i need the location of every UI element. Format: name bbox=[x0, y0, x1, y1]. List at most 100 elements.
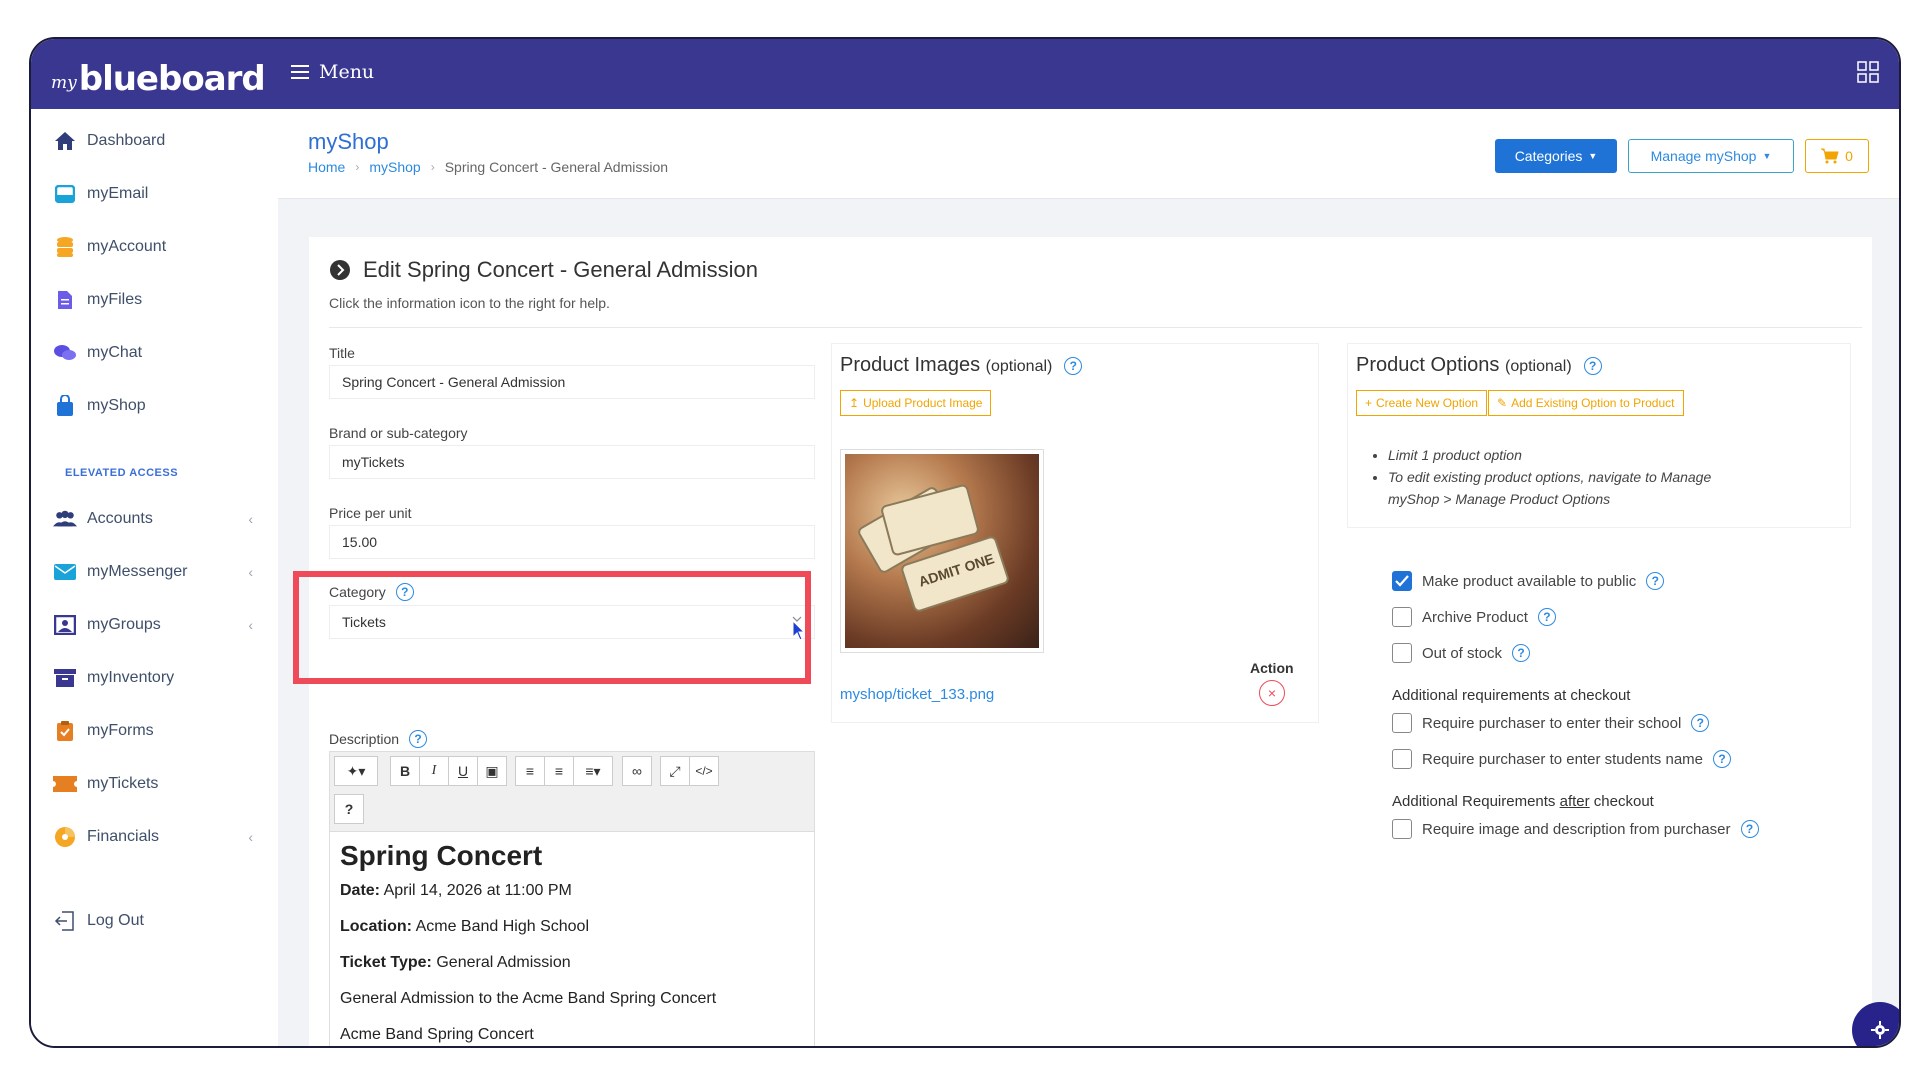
add-existing-option-button[interactable]: ✎ Add Existing Option to Product bbox=[1488, 390, 1684, 416]
help-icon[interactable]: ? bbox=[1646, 572, 1665, 590]
envelope-icon bbox=[53, 560, 77, 584]
create-new-option-button[interactable]: + Create New Option bbox=[1356, 390, 1488, 416]
form-subheading: Click the information icon to the right … bbox=[329, 295, 610, 311]
cart-button[interactable]: 0 bbox=[1805, 139, 1869, 173]
help-icon[interactable]: ? bbox=[1064, 356, 1083, 375]
note-item: Limit 1 product option bbox=[1388, 444, 1728, 466]
brand-input[interactable]: myTickets bbox=[329, 445, 815, 479]
category-label-text: Category bbox=[329, 584, 386, 600]
help-icon[interactable]: ? bbox=[1691, 714, 1710, 732]
help-icon[interactable]: ? bbox=[1537, 608, 1556, 626]
page-header: myShop Home › myShop › Spring Concert - … bbox=[278, 109, 1899, 199]
description-editor[interactable]: ✦▾ B I U ▣ ≡ ≡ ≡▾ ∞ ⤢ </> ? Spring Conce… bbox=[329, 751, 815, 1046]
numbered-list-button[interactable]: ≡ bbox=[544, 756, 574, 786]
sidebar-item-label: myChat bbox=[87, 344, 143, 361]
checkbox[interactable] bbox=[1392, 643, 1412, 663]
help-icon[interactable]: ? bbox=[1512, 644, 1531, 662]
groups-icon bbox=[53, 613, 77, 637]
require-student-name-checkbox-row[interactable]: Require purchaser to enter students name… bbox=[1392, 749, 1731, 769]
sidebar-item-dashboard[interactable]: Dashboard bbox=[53, 126, 253, 156]
options-title-optional: (optional) bbox=[1504, 358, 1572, 375]
manage-myshop-dropdown-button[interactable]: Manage myShop ▼ bbox=[1628, 139, 1794, 173]
help-button[interactable]: ? bbox=[334, 794, 364, 824]
delete-image-button[interactable]: × bbox=[1259, 680, 1285, 706]
require-image-description-checkbox-row[interactable]: Require image and description from purch… bbox=[1392, 819, 1759, 839]
help-icon[interactable]: ? bbox=[409, 730, 428, 748]
upload-product-image-button[interactable]: ↥ Upload Product Image bbox=[840, 390, 992, 416]
link-icon: ∞ bbox=[632, 763, 642, 779]
cart-count: 0 bbox=[1845, 148, 1853, 164]
chevron-left-icon: ‹ bbox=[248, 511, 253, 527]
sidebar-item-mychat[interactable]: myChat bbox=[53, 338, 253, 368]
plus-icon: + bbox=[1365, 396, 1373, 410]
magic-wand-button[interactable]: ✦▾ bbox=[334, 756, 378, 786]
underline-button[interactable]: U bbox=[448, 756, 478, 786]
help-icon[interactable]: ? bbox=[1740, 820, 1759, 838]
sidebar-item-myaccount[interactable]: myAccount bbox=[53, 232, 253, 262]
sidebar-item-myemail[interactable]: myEmail bbox=[53, 179, 253, 209]
sidebar-item-myinventory[interactable]: myInventory bbox=[53, 663, 253, 693]
check-icon bbox=[1395, 575, 1409, 587]
brand-label-text: Brand or sub-category bbox=[329, 425, 468, 441]
help-icon[interactable]: ? bbox=[1583, 356, 1602, 375]
checkbox[interactable] bbox=[1392, 713, 1412, 733]
fullscreen-button[interactable]: ⤢ bbox=[660, 756, 690, 786]
after-checkout-heading: Additional Requirements after checkout bbox=[1392, 793, 1654, 810]
options-notes: Limit 1 product option To edit existing … bbox=[1388, 444, 1728, 510]
form-heading-text: Edit Spring Concert - General Admission bbox=[363, 257, 758, 282]
image-file-link[interactable]: myshop/ticket_133.png bbox=[840, 686, 994, 703]
price-input[interactable]: 15.00 bbox=[329, 525, 815, 559]
sidebar-item-myshop[interactable]: myShop bbox=[53, 391, 253, 421]
sidebar-item-mytickets[interactable]: myTickets bbox=[53, 769, 253, 799]
apps-grid-icon[interactable] bbox=[1857, 61, 1879, 83]
public-availability-checkbox-row[interactable]: Make product available to public ? bbox=[1392, 571, 1665, 591]
shopping-bag-icon bbox=[53, 394, 77, 418]
checkbox-label: Archive Product bbox=[1422, 608, 1528, 626]
sidebar: Dashboard myEmail myAccount myFiles myCh… bbox=[31, 109, 278, 1046]
editor-content[interactable]: Spring Concert Date: April 14, 2026 at 1… bbox=[330, 832, 814, 1046]
help-icon[interactable]: ? bbox=[1713, 750, 1731, 768]
italic-button[interactable]: I bbox=[419, 756, 449, 786]
checkbox[interactable] bbox=[1392, 749, 1412, 769]
breadcrumb-myshop[interactable]: myShop bbox=[369, 159, 420, 175]
bold-button[interactable]: B bbox=[390, 756, 420, 786]
title-input[interactable]: Spring Concert - General Admission bbox=[329, 365, 815, 399]
bullet-list-button[interactable]: ≡ bbox=[515, 756, 545, 786]
checkbox[interactable] bbox=[1392, 607, 1412, 627]
checkbox[interactable] bbox=[1392, 819, 1412, 839]
archive-product-checkbox-row[interactable]: Archive Product ? bbox=[1392, 607, 1556, 627]
eraser-button[interactable]: ▣ bbox=[477, 756, 507, 786]
category-select[interactable]: Tickets bbox=[329, 605, 815, 641]
link-button[interactable]: ∞ bbox=[622, 756, 652, 786]
ticket-image: ADMIT ONE bbox=[845, 454, 1039, 648]
breadcrumb-separator: › bbox=[430, 160, 435, 174]
chevron-left-icon: ‹ bbox=[248, 829, 253, 845]
after-heading-post: checkout bbox=[1593, 793, 1654, 810]
logo[interactable]: my blueboard bbox=[51, 49, 266, 99]
chevron-circle-right-icon bbox=[330, 260, 350, 280]
description-ticket-type: Ticket Type: General Admission bbox=[340, 954, 804, 972]
categories-label: Categories bbox=[1514, 148, 1583, 164]
checkbox-checked[interactable] bbox=[1392, 571, 1412, 591]
sidebar-item-mygroups[interactable]: myGroups ‹ bbox=[53, 610, 253, 640]
require-school-checkbox-row[interactable]: Require purchaser to enter their school … bbox=[1392, 713, 1710, 733]
breadcrumb-home[interactable]: Home bbox=[308, 159, 345, 175]
code-view-button[interactable]: </> bbox=[689, 756, 719, 786]
out-of-stock-checkbox-row[interactable]: Out of stock ? bbox=[1392, 643, 1531, 663]
sidebar-item-label: myShop bbox=[87, 397, 146, 414]
menu-label: Menu bbox=[319, 61, 375, 83]
sidebar-item-accounts[interactable]: Accounts ‹ bbox=[53, 504, 253, 534]
sidebar-item-myfiles[interactable]: myFiles bbox=[53, 285, 253, 315]
help-icon[interactable]: ? bbox=[395, 583, 414, 601]
align-button[interactable]: ≡▾ bbox=[573, 756, 613, 786]
product-image-thumbnail[interactable]: ADMIT ONE bbox=[840, 449, 1044, 653]
categories-dropdown-button[interactable]: Categories ▼ bbox=[1495, 139, 1617, 173]
eraser-icon: ▣ bbox=[485, 762, 499, 779]
logout-button[interactable]: Log Out bbox=[53, 906, 253, 936]
sidebar-item-mymessenger[interactable]: myMessenger ‹ bbox=[53, 557, 253, 587]
sidebar-item-financials[interactable]: Financials ‹ bbox=[53, 822, 253, 852]
menu-button[interactable]: Menu bbox=[291, 61, 374, 83]
sidebar-item-label: myGroups bbox=[87, 616, 161, 633]
product-options-panel: Product Options (optional) ? + Create Ne… bbox=[1347, 343, 1851, 528]
sidebar-item-myforms[interactable]: myForms bbox=[53, 716, 253, 746]
